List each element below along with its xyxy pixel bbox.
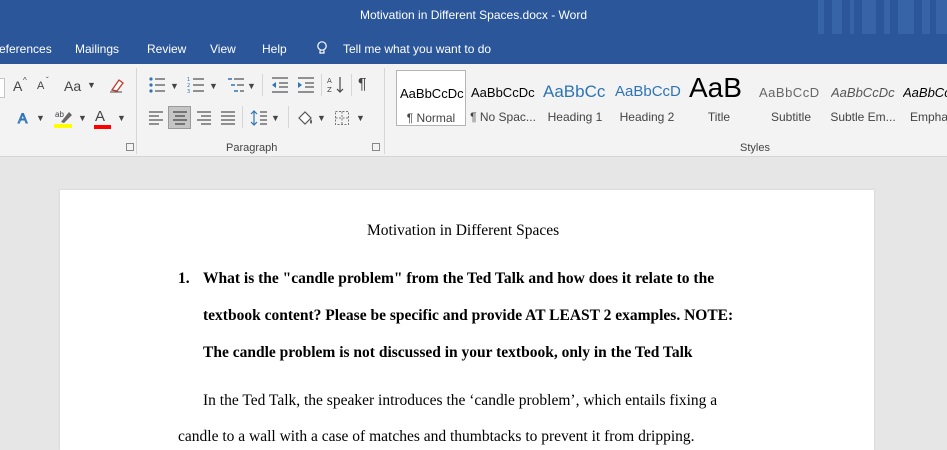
style-preview: AaBbCcL (903, 85, 947, 100)
document-title: Motivation in Different Spaces (367, 222, 560, 239)
ribbon: A ^ A ˇ Aa ▼ A ▼ ab ▼ A ▼ ▼ 123 ▼ ▼ AZ ¶… (0, 64, 947, 157)
multilevel-list-icon[interactable] (226, 76, 246, 94)
svg-text:ab: ab (55, 110, 64, 119)
style-name: Heading 2 (619, 110, 675, 124)
style-name: ¶ Normal (406, 111, 456, 125)
chevron-down-icon: ▼ (170, 81, 179, 91)
shading-icon[interactable] (296, 109, 314, 127)
separator (242, 106, 243, 128)
font-dialog-launcher[interactable] (126, 143, 134, 151)
chevron-down-icon: ▼ (209, 81, 218, 91)
list-number: 1. (178, 270, 190, 287)
style-preview: AaBbCcDc (831, 85, 895, 100)
chevron-down-icon: ▼ (87, 80, 96, 90)
style-name: Title (707, 110, 731, 124)
decrease-indent-icon[interactable] (270, 76, 290, 94)
question-line: What is the "candle problem" from the Te… (203, 270, 715, 287)
font-color-swatch (94, 125, 111, 129)
group-separator (136, 68, 137, 154)
numbering-icon[interactable]: 123 (187, 76, 207, 94)
separator (288, 106, 289, 128)
text-effects-icon[interactable]: A (15, 109, 35, 127)
chevron-down-icon: ▼ (317, 113, 326, 123)
tell-me-search[interactable]: Tell me what you want to do (343, 42, 491, 56)
style-preview: AaBbCc (543, 82, 606, 101)
font-size-box[interactable] (0, 78, 5, 98)
bullets-icon[interactable] (148, 76, 168, 94)
change-case-button[interactable]: Aa (64, 78, 81, 94)
body-line: In the Ted Talk, the speaker introduces … (203, 392, 718, 409)
borders-icon[interactable] (334, 110, 350, 126)
shrink-font-button[interactable]: A (37, 80, 44, 92)
svg-text:3: 3 (187, 89, 190, 94)
style-emphasis[interactable]: AaBbCcL Empha (900, 70, 947, 126)
pilcrow-icon[interactable]: ¶ (358, 76, 367, 94)
align-left-icon[interactable] (148, 110, 164, 126)
paragraph-dialog-launcher[interactable] (372, 143, 380, 151)
tab-references[interactable]: eferences (0, 42, 52, 56)
body-line: candle to a wall with a case of matches … (178, 428, 695, 445)
style-name: ¶ No Spac... (470, 110, 536, 124)
styles-group-label: Styles (740, 142, 770, 154)
highlighter-icon[interactable]: ab (53, 108, 75, 128)
shrink-caret-icon: ˇ (46, 76, 49, 85)
style-heading-2[interactable]: AaBbCcD Heading 2 (612, 70, 682, 126)
svg-text:A: A (18, 110, 28, 126)
grow-caret-icon: ^ (23, 76, 27, 85)
style-no-spacing[interactable]: AaBbCcDc ¶ No Spac... (468, 70, 538, 126)
style-preview: AaBbCcD (759, 85, 820, 100)
align-center-icon (173, 111, 187, 125)
style-subtle-emphasis[interactable]: AaBbCcDc Subtle Em... (828, 70, 898, 126)
group-separator (384, 68, 385, 154)
chevron-down-icon: ▼ (271, 113, 280, 123)
style-subtitle[interactable]: AaBbCcD Subtitle (756, 70, 826, 126)
line-spacing-icon[interactable] (250, 109, 268, 127)
tab-review[interactable]: Review (147, 42, 186, 56)
grow-font-button[interactable]: A (13, 78, 22, 94)
lightbulb-icon (317, 41, 327, 54)
document-page[interactable]: Motivation in Different Spaces 1. What i… (60, 190, 874, 450)
ribbon-tabs: eferences Mailings Review View Help Tell… (0, 34, 947, 64)
paragraph-group-label: Paragraph (226, 142, 278, 154)
tab-help[interactable]: Help (262, 42, 287, 56)
window-title: Motivation in Different Spaces.docx - Wo… (360, 8, 587, 22)
increase-indent-icon[interactable] (296, 76, 316, 94)
style-normal[interactable]: AaBbCcDc ¶ Normal (396, 70, 466, 126)
style-preview: AaBbCcD (615, 83, 681, 100)
style-preview: AaBbCcDc (471, 85, 535, 100)
tab-mailings[interactable]: Mailings (75, 42, 119, 56)
sort-icon[interactable]: AZ (327, 75, 345, 95)
separator (262, 74, 263, 96)
chevron-down-icon: ▼ (247, 81, 256, 91)
style-title[interactable]: AaB Title (684, 70, 754, 126)
chevron-down-icon: ▼ (356, 113, 365, 123)
separator (321, 74, 322, 96)
clear-formatting-icon[interactable] (108, 76, 126, 94)
style-name: Subtle Em... (830, 110, 896, 124)
chevron-down-icon: ▼ (78, 113, 87, 123)
style-name: Empha (910, 110, 947, 124)
question-line: The candle problem is not discussed in y… (203, 344, 693, 361)
style-heading-1[interactable]: AaBbCc Heading 1 (540, 70, 610, 126)
title-bar: Motivation in Different Spaces.docx - Wo… (0, 0, 947, 34)
style-preview: AaB (689, 72, 742, 103)
svg-text:Z: Z (327, 86, 332, 94)
chevron-down-icon: ▼ (117, 113, 126, 123)
tab-view[interactable]: View (210, 42, 236, 56)
chevron-down-icon: ▼ (36, 113, 45, 123)
align-right-icon[interactable] (196, 110, 212, 126)
separator (351, 74, 352, 96)
justify-icon[interactable] (220, 110, 236, 126)
question-line: textbook content? Please be specific and… (203, 307, 734, 324)
style-name: Subtitle (770, 110, 812, 124)
font-color-button[interactable]: A (95, 108, 105, 125)
style-name: Heading 1 (547, 110, 603, 124)
style-preview: AaBbCcDc (400, 86, 464, 101)
svg-text:A: A (327, 77, 332, 85)
